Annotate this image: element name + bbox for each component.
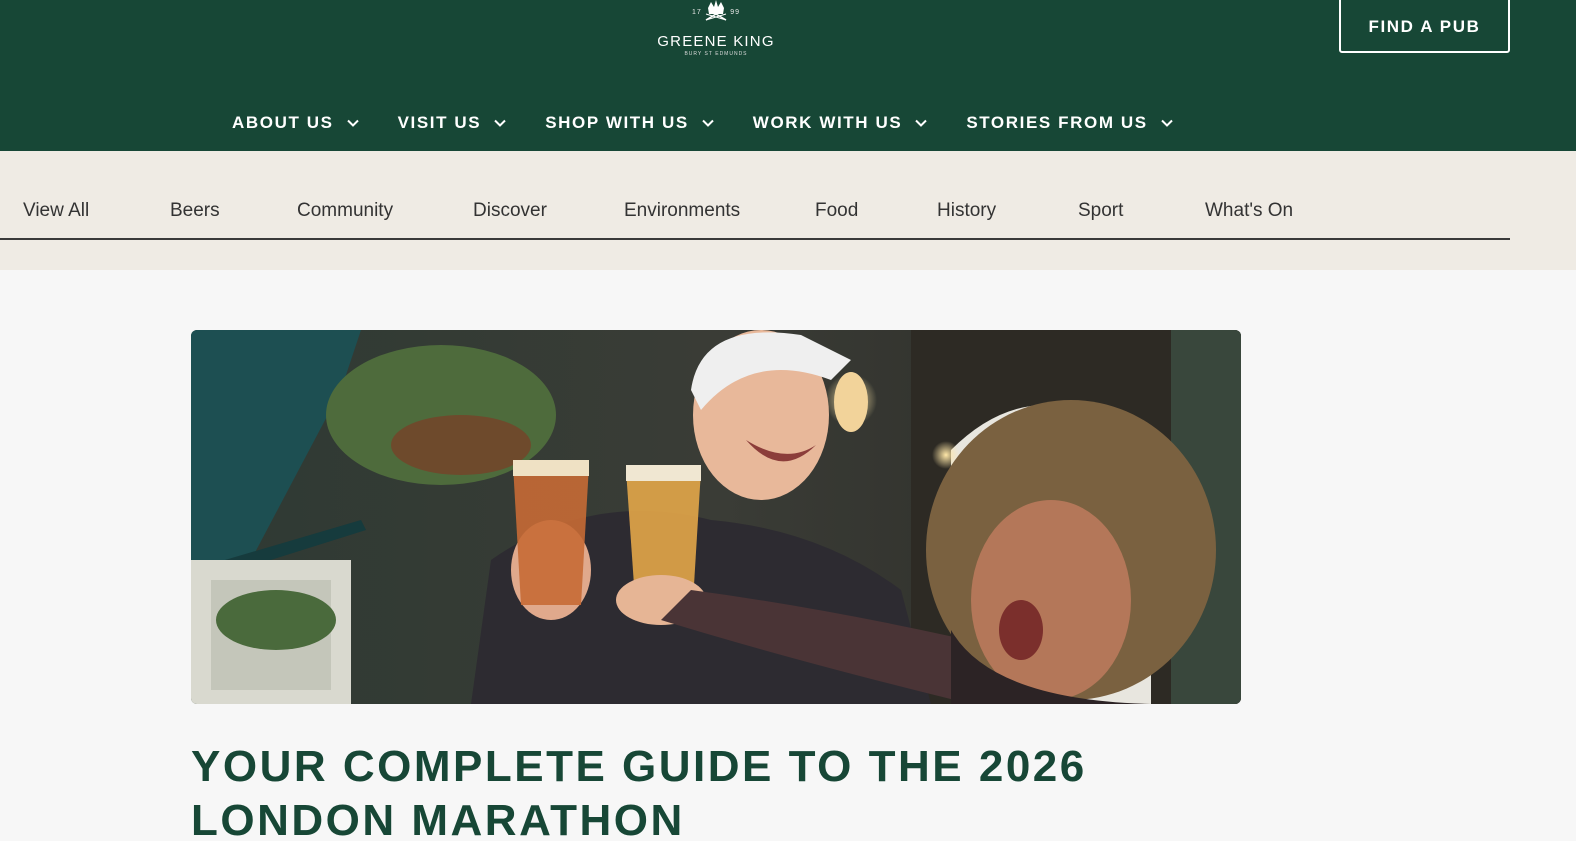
- logo-year-left: 17: [692, 9, 702, 16]
- chevron-down-icon: [1161, 119, 1173, 127]
- nav-about-us-label: ABOUT US: [232, 113, 334, 132]
- tab-view-all[interactable]: View All: [23, 200, 89, 222]
- tab-history[interactable]: History: [937, 200, 996, 222]
- category-tabs: View All Beers Community Discover Enviro…: [0, 151, 1510, 240]
- tab-discover[interactable]: Discover: [473, 200, 547, 222]
- nav-shop-with-us[interactable]: SHOP WITH US: [545, 108, 715, 138]
- main-navigation: ABOUT US VISIT US SHOP WITH US WORK WITH…: [232, 108, 1212, 138]
- logo-wordmark: GREENE KING: [657, 33, 775, 50]
- nav-work-with-us-label: WORK WITH US: [752, 113, 903, 132]
- nav-visit-us-label: VISIT US: [397, 113, 482, 132]
- tab-beers[interactable]: Beers: [170, 200, 220, 222]
- find-a-pub-button[interactable]: FIND A PUB: [1339, 0, 1510, 53]
- site-header: 17 99 GREENE KING BURY ST EDMUNDS FIND A…: [0, 0, 1576, 151]
- nav-visit-us[interactable]: VISIT US: [398, 108, 508, 138]
- tab-whats-on[interactable]: What's On: [1205, 200, 1293, 222]
- chevron-down-icon: [346, 119, 359, 127]
- chevron-down-icon: [702, 119, 714, 127]
- nav-work-with-us[interactable]: WORK WITH US: [753, 108, 929, 138]
- category-bar: View All Beers Community Discover Enviro…: [0, 151, 1576, 270]
- hero-photo-illustration: [191, 330, 1241, 704]
- tab-food[interactable]: Food: [815, 200, 858, 222]
- chevron-down-icon: [915, 119, 928, 127]
- tab-environments[interactable]: Environments: [624, 200, 740, 222]
- nav-stories-from-us[interactable]: STORIES FROM US: [966, 108, 1173, 138]
- nav-stories-from-us-label: STORIES FROM US: [966, 113, 1148, 132]
- greene-king-logo[interactable]: 17 99 GREENE KING BURY ST EDMUNDS: [650, 0, 782, 60]
- nav-shop-with-us-label: SHOP WITH US: [545, 113, 689, 132]
- logo-tagline: BURY ST EDMUNDS: [684, 51, 748, 57]
- chevron-down-icon: [494, 119, 506, 127]
- logo-year-right: 99: [730, 9, 740, 16]
- tab-community[interactable]: Community: [297, 200, 393, 222]
- article-title: YOUR COMPLETE GUIDE TO THE 2026 LONDON M…: [191, 742, 1087, 841]
- hero-image: [191, 330, 1241, 704]
- tab-sport[interactable]: Sport: [1078, 200, 1123, 222]
- nav-about-us[interactable]: ABOUT US: [232, 108, 360, 138]
